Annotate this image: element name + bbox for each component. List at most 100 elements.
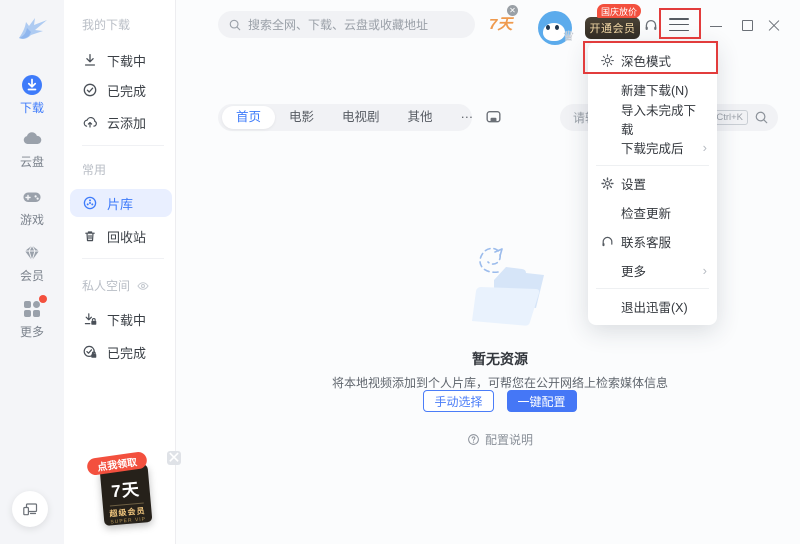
trial-close-icon[interactable]: ✕ [507,5,518,16]
menu-item-settings[interactable]: 设置 [588,169,717,198]
global-search[interactable] [218,11,475,38]
ad-days-label: 7天 [110,479,141,502]
empty-state-title: 暂无资源 [472,351,528,367]
minimize-button[interactable] [707,17,725,35]
sidebar-item-label: 回收站 [107,229,147,245]
screening-room-button[interactable] [481,105,506,130]
section-title-private-space: 私人空间 [82,277,150,294]
menu-item-label: 设置 [621,178,647,192]
sidebar-item-private-completed[interactable]: 已完成 [70,338,172,366]
main-dropdown-menu: 深色模式 新建下载(N) 导入未完成下载 下载完成后 › 设置 检查更新 联系客… [588,42,717,325]
menu-item-label: 退出迅雷(X) [621,301,688,315]
ad-close-icon[interactable]: ✕ [167,450,181,467]
menu-item-label: 导入未完成下载 [621,103,697,137]
sidebar-item-downloading[interactable]: 下载中 [70,46,172,74]
menu-item-dark-mode[interactable]: 深色模式 [588,46,717,75]
chevron-right-icon: › [702,263,707,278]
tab-movies[interactable]: 电影 [275,106,328,129]
rail-item-label: 云盘 [19,155,44,169]
cloud-icon [21,128,43,150]
sidebar-item-label: 下载中 [107,312,147,328]
trash-icon [82,228,98,244]
question-circle-icon [467,433,480,446]
device-transfer-button[interactable] [12,491,48,527]
sidebar-item-label: 已完成 [107,83,147,99]
empty-folder-illustration [448,236,568,336]
menu-item-exit[interactable]: 退出迅雷(X) [588,292,717,321]
menu-item-label: 深色模式 [621,55,672,69]
menu-item-check-update[interactable]: 检查更新 [588,198,717,227]
tab-tv-series[interactable]: 电视剧 [328,106,394,129]
sidebar-item-label: 云添加 [107,115,147,131]
sun-icon [600,53,615,68]
manual-select-button[interactable]: 手动选择 [423,390,494,412]
download-circle-icon [21,74,43,96]
category-tabs: 首页 电影 电视剧 其他 ··· [218,104,473,131]
sidebar-item-label: 下载中 [107,53,147,69]
headset-icon [600,234,615,249]
xunlei-window: 下载 云盘 游戏 会员 更多 我的下载 下载中 已完成 云添加 常用 片库 回收… [0,0,800,544]
divider [82,145,164,146]
film-reel-icon [82,195,98,211]
one-click-setup-button[interactable]: 一键配置 [506,390,577,412]
menu-item-label: 联系客服 [621,236,672,250]
divider [82,258,164,259]
rail-item-download[interactable]: 下载 [0,74,64,116]
sidebar-item-film-library[interactable]: 片库 [70,189,172,217]
main-menu-button[interactable] [669,18,689,32]
search-icon [229,19,241,30]
menu-item-label: 下载完成后 [621,142,684,156]
trial-days-badge[interactable]: 7天 [489,13,512,34]
rail-item-more[interactable]: 更多 [0,295,64,340]
gem-icon [21,242,43,264]
close-button[interactable] [765,17,783,35]
menu-item-more[interactable]: 更多 › [588,256,717,285]
avatar-decoration-icon: ♛ [562,28,575,44]
cloud-upload-icon [82,114,98,130]
sidebar-item-cloud-add[interactable]: 云添加 [70,108,172,136]
divider [596,288,709,289]
rail-item-label: 更多 [19,325,44,339]
rail-item-vip[interactable]: 会员 [0,242,64,284]
vip-promo-badge: 国庆放价 [597,4,641,18]
grid-more-icon [21,295,47,320]
menu-item-after-download[interactable]: 下载完成后 › [588,133,717,162]
rail-item-label: 下载 [19,101,44,115]
menu-item-label: 检查更新 [621,207,672,221]
menu-item-label: 更多 [621,265,647,279]
sidebar-item-completed[interactable]: 已完成 [70,76,172,104]
download-icon [82,52,98,68]
empty-state-description: 将本地视频添加到个人片库，可帮您在公开网络上检索媒体信息 [331,376,668,390]
download-lock-icon [82,311,98,327]
section-title-common: 常用 [82,163,107,177]
check-lock-icon [82,344,98,360]
video-window-icon [486,111,501,123]
tab-other[interactable]: 其他 [394,106,447,129]
check-circle-icon [82,82,98,98]
menu-item-import-unfinished[interactable]: 导入未完成下载 [588,104,717,137]
notification-dot [39,295,47,303]
sidebar-item-label: 片库 [107,196,134,212]
headset-support-icon[interactable] [643,17,659,33]
search-input[interactable] [248,17,448,32]
rail-item-label: 会员 [19,269,44,283]
section-title-my-downloads: 我的下载 [82,18,131,32]
divider [596,165,709,166]
tab-home[interactable]: 首页 [222,106,276,129]
maximize-button[interactable] [739,17,757,35]
gear-icon [600,176,615,191]
eye-icon[interactable] [136,279,150,293]
setup-help-label: 配置说明 [484,433,533,447]
search-icon [754,110,769,125]
chevron-right-icon: › [702,140,707,155]
xunlei-logo-icon [13,12,51,48]
sidebar-item-recycle-bin[interactable]: 回收站 [70,222,172,250]
rail-item-games[interactable]: 游戏 [0,186,64,228]
gamepad-icon [21,186,43,208]
sidebar-item-private-downloading[interactable]: 下载中 [70,305,172,333]
rail-item-label: 游戏 [19,213,44,227]
rail-item-cloud-drive[interactable]: 云盘 [0,128,64,170]
setup-help-link[interactable]: 配置说明 [300,431,700,448]
menu-item-contact-support[interactable]: 联系客服 [588,227,717,256]
open-vip-button[interactable]: 开通会员 [585,17,640,39]
